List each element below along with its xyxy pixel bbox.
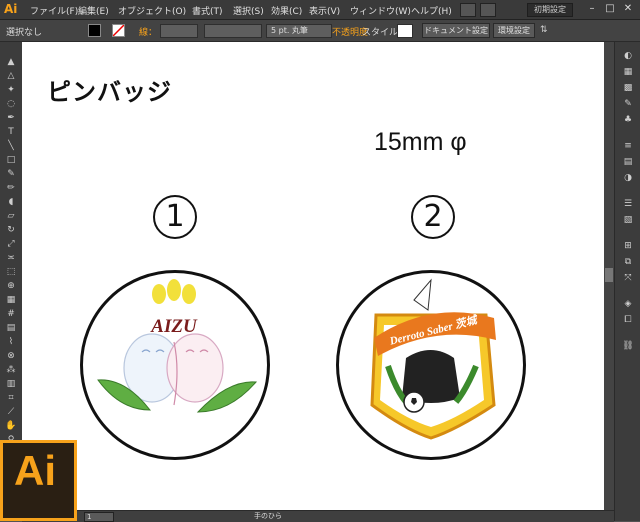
menu-window[interactable]: ウィンドウ(W)	[350, 4, 411, 17]
shape-builder-icon[interactable]: ⊕	[5, 280, 17, 292]
mesh-tool-icon[interactable]: #	[5, 308, 17, 320]
graphic-styles-icon[interactable]: ▧	[622, 214, 634, 226]
app-logo: Ai	[4, 2, 18, 16]
rotate-icon[interactable]: ↻	[5, 224, 17, 236]
stroke-label: 線：	[139, 28, 158, 38]
fill-swatch[interactable]	[88, 24, 101, 37]
stroke-panel-icon[interactable]: ≡	[622, 140, 634, 152]
pencil-icon[interactable]: ✏	[5, 182, 17, 194]
hand-tool-icon[interactable]: ✋	[5, 420, 17, 432]
pathfinder-icon[interactable]: ⧉	[622, 256, 634, 268]
eraser-icon[interactable]: ▱	[5, 210, 17, 222]
swatches-icon[interactable]: ▩	[622, 82, 634, 94]
artboard-tool-icon[interactable]: ⌗	[5, 392, 17, 404]
control-bar: 選択なし 線： 5 pt. 丸筆 不透明度 スタイル： ドキュメント設定 環境設…	[0, 20, 640, 42]
variable-width-field[interactable]	[204, 24, 262, 38]
align-icon[interactable]: ⊞	[622, 240, 634, 252]
stroke-weight-field[interactable]	[160, 24, 198, 38]
free-transform-icon[interactable]: ⬚	[5, 266, 17, 278]
magic-wand-icon[interactable]: ✦	[5, 84, 17, 96]
panel-dock: ◐ ▦ ▩ ✎ ♣ ≡ ▤ ◑ ☰ ▧ ⊞ ⧉ ⤧ ◈ ⧠ ⛓	[614, 42, 640, 521]
aizu-peach-illustration: AIZU	[97, 279, 258, 413]
links-icon[interactable]: ⛓	[622, 340, 634, 352]
blend-tool-icon[interactable]: ⊗	[5, 350, 17, 362]
selection-status: 選択なし	[6, 28, 43, 38]
page-title: ピンバッジ	[47, 77, 172, 106]
layers-icon[interactable]: ◈	[622, 298, 634, 310]
gradient-tool-icon[interactable]: ▤	[5, 322, 17, 334]
minimize-icon[interactable]: –	[585, 2, 599, 16]
symbols-icon[interactable]: ♣	[622, 114, 634, 126]
transform-icon[interactable]: ⤧	[622, 272, 634, 284]
scale-icon[interactable]: ⤢	[5, 238, 17, 250]
brushes-icon[interactable]: ✎	[622, 98, 634, 110]
badge-1-number: 1	[153, 195, 197, 239]
slice-tool-icon[interactable]: ⟋	[5, 406, 17, 418]
menu-help[interactable]: ヘルプ(H)	[411, 4, 452, 17]
pen-tool-icon[interactable]: ✒	[5, 112, 17, 124]
aizu-logo-text: AIZU	[150, 316, 198, 337]
menu-file[interactable]: ファイル(F)	[30, 4, 78, 17]
appearance-icon[interactable]: ☰	[622, 198, 634, 210]
menu-object[interactable]: オブジェクト(O)	[118, 4, 186, 17]
arrange-icon[interactable]	[480, 3, 496, 17]
menu-bar: Ai ファイル(F) 編集(E) オブジェクト(O) 書式(T) 選択(S) 効…	[0, 0, 640, 20]
transparency-icon[interactable]: ◑	[622, 172, 634, 184]
badge-2-number: 2	[411, 195, 455, 239]
direct-selection-tool-icon[interactable]: △	[5, 70, 17, 82]
illustrator-logo-text: Ai	[14, 447, 56, 494]
status-bar: 1 手のひら	[22, 510, 614, 522]
stroke-swatch[interactable]	[112, 24, 125, 37]
color-panel-icon[interactable]: ◐	[622, 50, 634, 62]
maximize-icon[interactable]: □	[603, 2, 617, 16]
paintbrush-icon[interactable]: ✎	[5, 168, 17, 180]
lasso-icon[interactable]: ◌	[5, 98, 17, 110]
menu-view[interactable]: 表示(V)	[309, 4, 340, 17]
derroto-saber-emblem: Derroto Saber 茨城	[370, 278, 496, 440]
vertical-scroll-thumb[interactable]	[605, 268, 613, 282]
bridge-icon[interactable]	[460, 3, 476, 17]
close-icon[interactable]: ✕	[621, 2, 635, 16]
symbol-sprayer-icon[interactable]: ⁂	[5, 364, 17, 376]
style-swatch[interactable]	[397, 24, 413, 38]
menu-edit[interactable]: 編集(E)	[78, 4, 109, 17]
selection-tool-icon[interactable]: ▲	[5, 56, 17, 68]
workspace-switcher[interactable]: 初期設定	[527, 3, 573, 17]
menu-type[interactable]: 書式(T)	[192, 4, 223, 17]
type-tool-icon[interactable]: T	[5, 126, 17, 138]
current-tool-status: 手のひら	[254, 512, 282, 520]
menu-effect[interactable]: 効果(C)	[271, 4, 302, 17]
color-guide-icon[interactable]: ▦	[622, 66, 634, 78]
perspective-grid-icon[interactable]: ▦	[5, 294, 17, 306]
arrange-docs-icon[interactable]: ⇅	[540, 25, 552, 35]
document-settings-button[interactable]: ドキュメント設定	[422, 23, 490, 38]
graph-tool-icon[interactable]: ▥	[5, 378, 17, 390]
menu-select[interactable]: 選択(S)	[233, 4, 264, 17]
brush-profile-field[interactable]: 5 pt. 丸筆	[266, 24, 332, 38]
rectangle-tool-icon[interactable]: □	[5, 154, 17, 166]
preferences-button[interactable]: 環境設定	[493, 23, 535, 38]
width-tool-icon[interactable]: ≍	[5, 252, 17, 264]
blob-brush-icon[interactable]: ◖	[5, 196, 17, 208]
size-label: 15mm φ	[374, 128, 467, 156]
eyedropper-icon[interactable]: ⌇	[5, 336, 17, 348]
artboards-icon[interactable]: ⧠	[622, 314, 634, 326]
line-tool-icon[interactable]: ╲	[5, 140, 17, 152]
gradient-panel-icon[interactable]: ▤	[622, 156, 634, 168]
